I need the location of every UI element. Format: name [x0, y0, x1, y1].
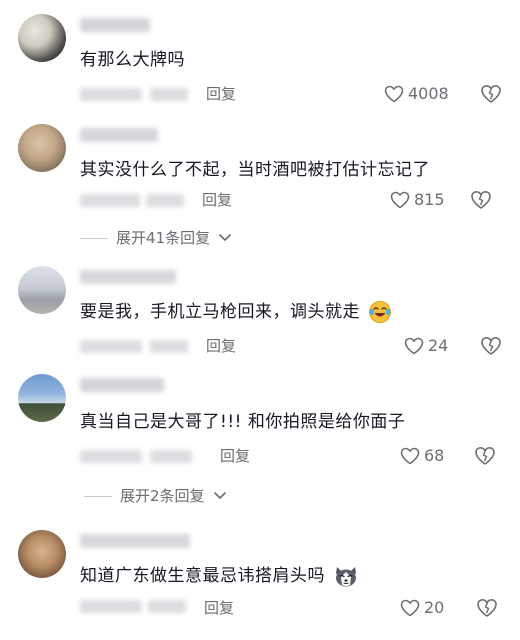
location	[150, 450, 192, 463]
avatar[interactable]	[18, 530, 66, 578]
heart-icon	[400, 599, 420, 617]
timestamp	[80, 340, 142, 353]
timestamp	[80, 88, 142, 101]
location	[150, 340, 188, 353]
like-button[interactable]: 68	[400, 446, 444, 466]
username[interactable]	[80, 18, 150, 32]
expand-replies-button[interactable]: 展开41条回复	[80, 228, 232, 248]
avatar[interactable]	[18, 124, 66, 172]
dislike-icon[interactable]	[476, 598, 498, 618]
like-count: 815	[414, 190, 445, 209]
avatar[interactable]	[18, 374, 66, 422]
like-button[interactable]: 24	[404, 336, 448, 356]
like-button[interactable]: 4008	[384, 84, 449, 104]
timestamp	[80, 450, 142, 463]
username[interactable]	[80, 128, 158, 142]
dislike-icon[interactable]	[480, 84, 502, 104]
comment-item: 真当自己是大哥了!!! 和你拍照是给你面子 回复 68 展开2条回复	[0, 374, 520, 506]
comment-item: 其实没什么了不起，当时酒吧被打估计忘记了 回复 815 展开41条回复	[0, 124, 520, 254]
heart-icon	[390, 191, 410, 209]
divider-line	[80, 237, 108, 239]
dislike-icon[interactable]	[480, 336, 502, 356]
reply-button[interactable]: 回复	[206, 336, 236, 356]
comment-item: 要是我，手机立马枪回来，调头就走 回复 24	[0, 266, 520, 366]
husky-dog-emoji	[333, 564, 359, 588]
comment-text: 其实没什么了不起，当时酒吧被打估计忘记了	[80, 158, 430, 182]
heart-icon	[400, 447, 420, 465]
reply-button[interactable]: 回复	[204, 598, 234, 618]
avatar[interactable]	[18, 14, 66, 62]
reply-button[interactable]: 回复	[206, 84, 236, 104]
location	[148, 600, 186, 613]
heart-icon	[384, 85, 404, 103]
divider-line	[84, 495, 112, 497]
laughing-crying-emoji	[368, 300, 392, 324]
comment-text: 真当自己是大哥了!!! 和你拍照是给你面子	[80, 410, 405, 434]
comment-item: 有那么大牌吗 回复 4008	[0, 14, 520, 114]
heart-icon	[404, 337, 424, 355]
chevron-down-icon	[218, 228, 232, 248]
comment-item: 知道广东做生意最忌讳搭肩头吗 回复 20	[0, 530, 520, 630]
reply-button[interactable]: 回复	[220, 446, 250, 466]
dislike-icon[interactable]	[474, 446, 496, 466]
username[interactable]	[80, 378, 164, 392]
like-count: 24	[428, 336, 449, 355]
comment-text-content: 有那么大牌吗	[80, 50, 185, 70]
like-button[interactable]: 20	[400, 598, 444, 618]
comment-text: 要是我，手机立马枪回来，调头就走	[80, 300, 392, 324]
expand-replies-label: 展开2条回复	[120, 487, 205, 505]
dislike-icon[interactable]	[470, 190, 492, 210]
like-count: 20	[424, 598, 445, 617]
location	[150, 88, 188, 101]
avatar[interactable]	[18, 266, 66, 314]
reply-button[interactable]: 回复	[202, 190, 232, 210]
expand-replies-button[interactable]: 展开2条回复	[84, 486, 227, 506]
username[interactable]	[80, 534, 190, 548]
like-count: 4008	[408, 84, 449, 103]
comment-text-content: 其实没什么了不起，当时酒吧被打估计忘记了	[80, 160, 430, 180]
timestamp	[80, 194, 140, 207]
comment-text: 知道广东做生意最忌讳搭肩头吗	[80, 564, 359, 588]
timestamp	[80, 600, 142, 613]
comment-text-content: 真当自己是大哥了!!! 和你拍照是给你面子	[80, 412, 406, 432]
like-button[interactable]: 815	[390, 190, 445, 210]
comment-text-content: 要是我，手机立马枪回来，调头就走	[80, 302, 360, 322]
expand-replies-label: 展开41条回复	[116, 229, 211, 247]
comment-text-content: 知道广东做生意最忌讳搭肩头吗	[80, 566, 325, 586]
location	[146, 194, 184, 207]
comment-text: 有那么大牌吗	[80, 48, 185, 72]
username[interactable]	[80, 270, 176, 284]
chevron-down-icon	[213, 486, 227, 506]
like-count: 68	[424, 446, 445, 465]
